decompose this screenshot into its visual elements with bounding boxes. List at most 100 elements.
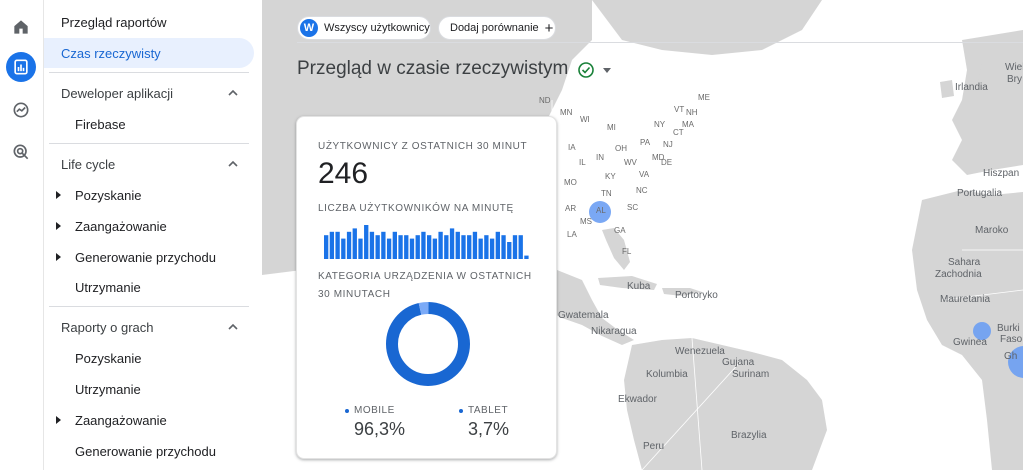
reports-icon[interactable] xyxy=(6,52,36,82)
minute-bar[interactable] xyxy=(432,238,438,259)
legend-dot xyxy=(459,408,463,413)
minute-bar[interactable] xyxy=(461,235,466,259)
map-label-state: NY xyxy=(654,120,666,129)
nav-item-games-retention[interactable]: Utrzymanie xyxy=(44,374,254,404)
minute-bar[interactable] xyxy=(495,231,500,259)
caret-down-icon[interactable] xyxy=(603,68,611,73)
map-label-country: Portoryko xyxy=(675,290,718,301)
minute-bar[interactable] xyxy=(467,235,472,259)
map-label-country: Wiel xyxy=(1005,62,1023,73)
minute-bar[interactable] xyxy=(489,238,495,259)
minute-bar[interactable] xyxy=(404,235,409,259)
minute-bar[interactable] xyxy=(449,228,455,259)
device-category-donut[interactable] xyxy=(385,301,471,387)
map-land-greenland xyxy=(592,0,822,55)
minute-bar[interactable] xyxy=(438,231,443,259)
minute-bar[interactable] xyxy=(518,235,523,259)
minute-bar[interactable] xyxy=(455,231,460,259)
donut-slice-mobile[interactable] xyxy=(386,302,470,386)
home-icon[interactable] xyxy=(6,12,36,42)
minute-bar[interactable] xyxy=(369,231,375,259)
map-label-country: Brazylia xyxy=(731,430,767,441)
nav-item-retention[interactable]: Utrzymanie xyxy=(44,272,254,302)
minute-bar[interactable] xyxy=(415,235,420,259)
nav-section-app-developer[interactable]: Deweloper aplikacji xyxy=(44,78,254,108)
minute-bar[interactable] xyxy=(381,231,386,259)
minute-bar[interactable] xyxy=(478,238,483,259)
nav-item-games-monetization[interactable]: Generowanie przychodu xyxy=(44,436,254,466)
expand-arrow-icon xyxy=(56,416,61,424)
minute-bar[interactable] xyxy=(375,235,380,259)
nav-item-engagement[interactable]: Zaangażowanie xyxy=(44,211,254,241)
nav-item-games-acquisition[interactable]: Pozyskanie xyxy=(44,343,254,373)
minute-bar[interactable] xyxy=(409,238,415,259)
minute-bar[interactable] xyxy=(512,235,518,259)
map-label-country: Kuba xyxy=(627,281,651,292)
nav-item-games-engagement[interactable]: Zaangażowanie xyxy=(44,405,254,435)
minute-bar[interactable] xyxy=(341,238,346,259)
nav-item-label: Firebase xyxy=(75,116,126,132)
minute-bar[interactable] xyxy=(324,235,329,259)
nav-item-realtime[interactable]: Czas rzeczywisty xyxy=(44,38,254,68)
minute-bar[interactable] xyxy=(352,228,357,259)
map-label-state: VT xyxy=(674,105,685,114)
minute-bar[interactable] xyxy=(335,231,340,259)
advertising-icon[interactable] xyxy=(6,137,36,167)
minute-bar[interactable] xyxy=(501,235,506,259)
minute-bar[interactable] xyxy=(507,242,512,259)
nav-section-games-reports[interactable]: Raporty o grach xyxy=(44,312,254,342)
minute-bar[interactable] xyxy=(398,235,403,259)
legend-tablet: TABLET xyxy=(459,405,508,416)
audience-avatar-icon: W xyxy=(300,19,318,37)
add-comparison-chip[interactable]: Dodaj porównanie + xyxy=(438,16,556,40)
minute-bar[interactable] xyxy=(421,231,426,259)
map-label-country: Peru xyxy=(643,441,665,452)
map-label-country: Surinam xyxy=(732,369,770,380)
nav-item-monetization[interactable]: Generowanie przychodu xyxy=(44,242,254,272)
chevron-up-icon xyxy=(228,160,238,167)
legend-dot xyxy=(345,408,349,413)
expand-arrow-icon xyxy=(56,222,61,230)
legend-mobile-value: 96,3% xyxy=(354,419,406,439)
map-label-state: IL xyxy=(579,158,586,167)
minute-bar[interactable] xyxy=(472,231,478,259)
map-label-state: OH xyxy=(615,144,627,153)
map-label-country: Faso xyxy=(1000,334,1023,345)
minute-bar[interactable] xyxy=(444,235,449,259)
nav-item-acquisition[interactable]: Pozyskanie xyxy=(44,180,254,210)
map-label-state: DE xyxy=(661,158,673,167)
minute-bar[interactable] xyxy=(364,225,369,259)
minute-bar[interactable] xyxy=(484,235,489,259)
minute-bar[interactable] xyxy=(524,255,529,259)
expand-arrow-icon xyxy=(56,253,61,261)
map-label-state: NJ xyxy=(663,140,673,149)
map-label-state: MI xyxy=(607,123,616,132)
explore-icon[interactable] xyxy=(6,95,36,125)
check-circle-icon xyxy=(578,62,594,78)
nav-item-label: Utrzymanie xyxy=(75,279,141,295)
device-category-label: KATEGORIA URZĄDZENIA W OSTATNICH xyxy=(318,271,532,282)
map-label-state: WV xyxy=(624,158,637,167)
legend-tablet-label: TABLET xyxy=(468,405,509,416)
map-label-state: ME xyxy=(698,93,710,102)
map-label-country: Zachodnia xyxy=(935,269,982,280)
nav-section-title: Life cycle xyxy=(61,156,116,172)
minute-bar[interactable] xyxy=(427,235,432,259)
audience-chip[interactable]: W Wszyscy użytkownicy xyxy=(297,16,431,40)
map-label-country: Gwatemala xyxy=(558,310,609,321)
map-label-country: Sahara xyxy=(948,257,981,268)
minute-bar[interactable] xyxy=(386,238,392,259)
users-per-minute-chart[interactable] xyxy=(324,225,530,259)
minute-bar[interactable] xyxy=(346,231,352,259)
nav-item-label: Generowanie przychodu xyxy=(75,249,216,265)
map-label-state: TN xyxy=(601,189,612,198)
minute-bar[interactable] xyxy=(392,231,397,259)
minute-bar[interactable] xyxy=(329,231,335,259)
nav-item-reports-overview[interactable]: Przegląd raportów xyxy=(44,7,254,37)
nav-item-firebase[interactable]: Firebase xyxy=(44,109,254,139)
nav-item-label: Czas rzeczywisty xyxy=(61,45,161,61)
nav-section-title: Deweloper aplikacji xyxy=(61,85,173,101)
map-label-state: PA xyxy=(640,138,651,147)
nav-section-life-cycle[interactable]: Life cycle xyxy=(44,149,254,179)
minute-bar[interactable] xyxy=(358,238,363,259)
